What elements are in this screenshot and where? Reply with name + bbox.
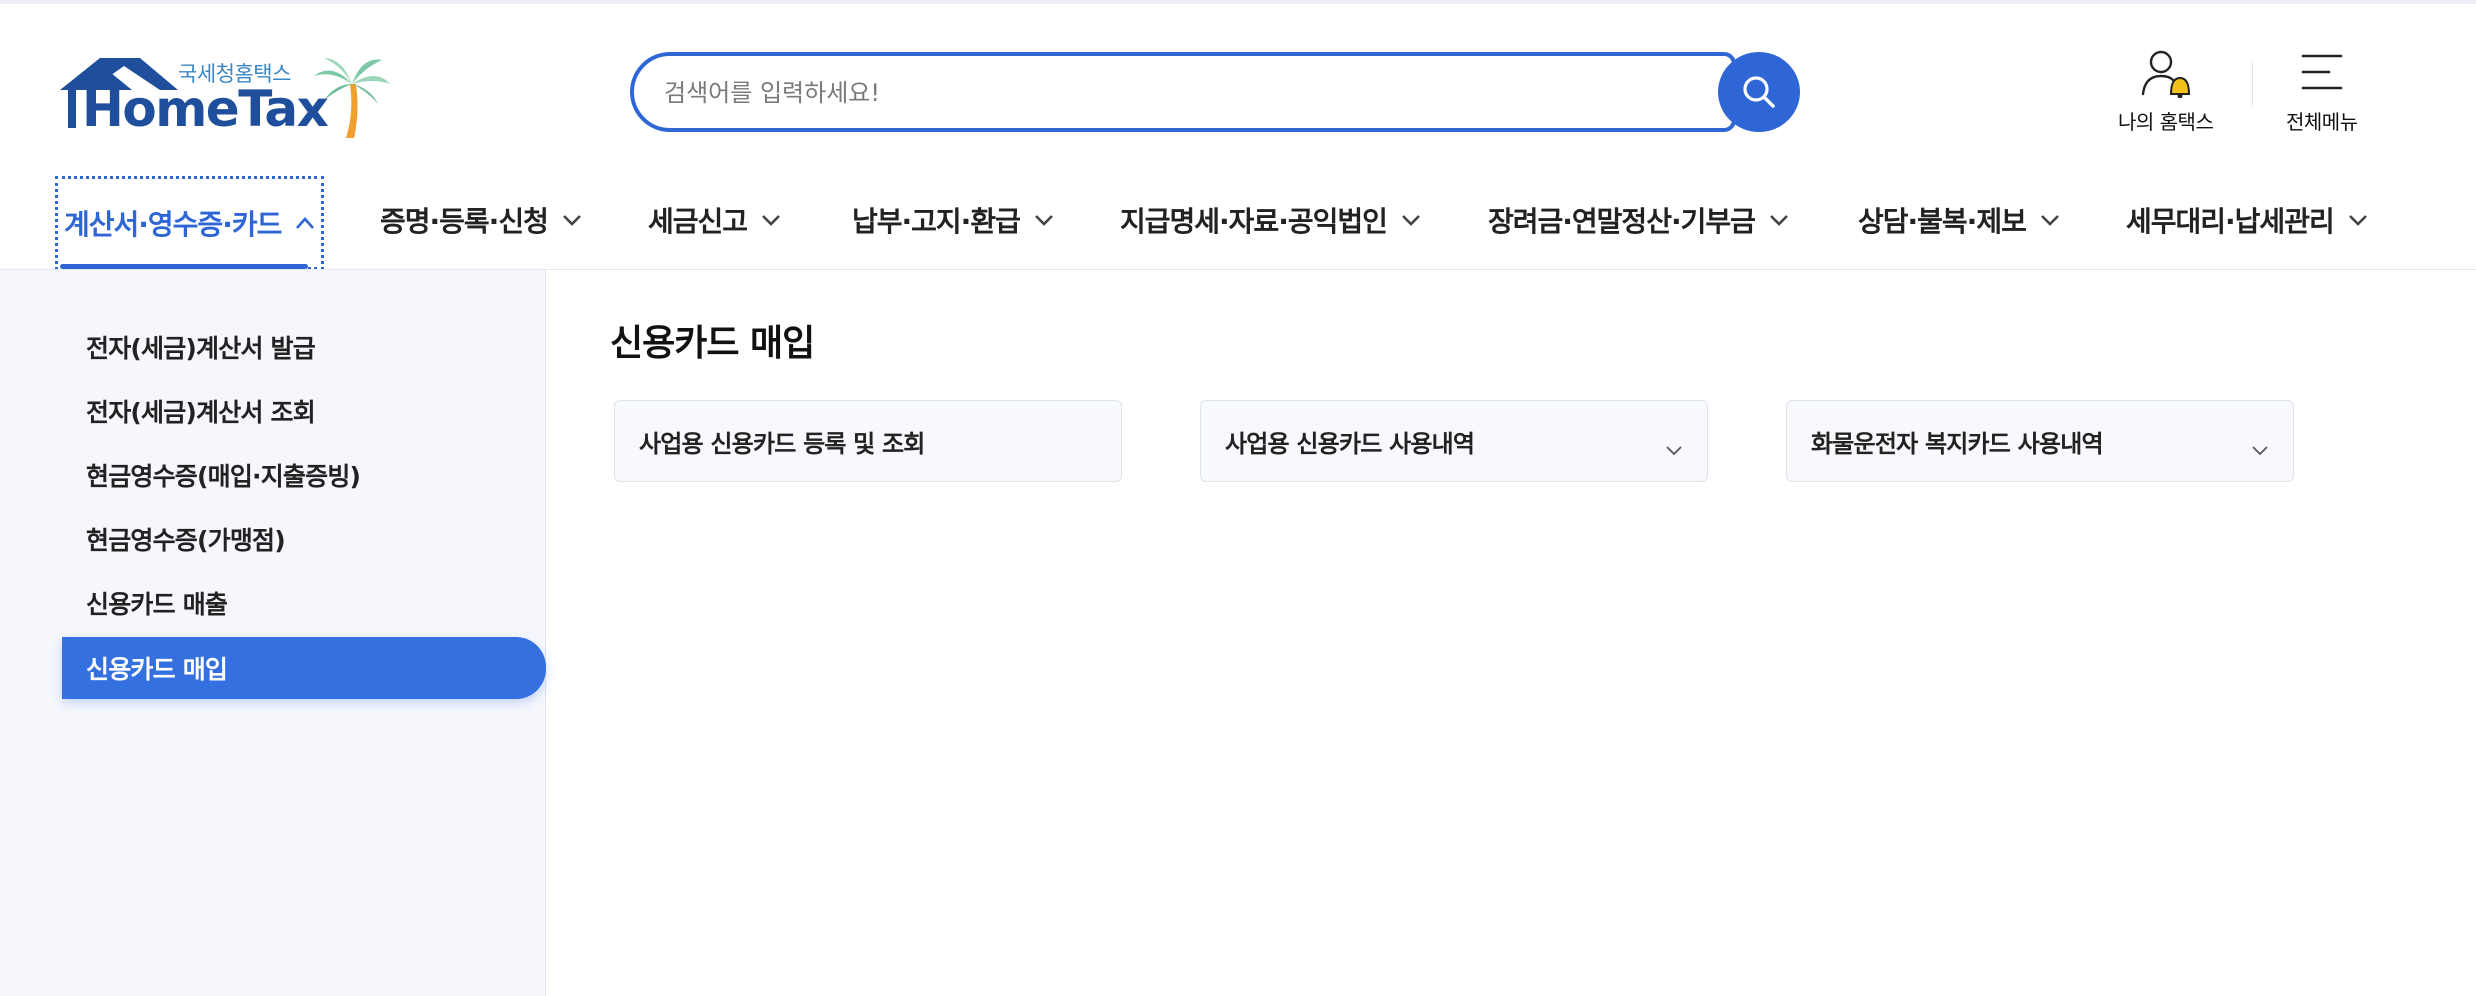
search-box: [630, 52, 1736, 132]
chevron-down-icon: [1769, 213, 1789, 227]
gnb-item-label: 납부·고지·환급: [852, 205, 1021, 238]
chevron-down-icon: [761, 213, 781, 227]
gnb-item-label: 세금신고: [648, 205, 748, 238]
side-item-label: 전자(세금)계산서 조회: [86, 398, 316, 427]
side-item-e-invoice-issue[interactable]: 전자(세금)계산서 발급: [62, 316, 546, 378]
gnb-item-invoice-receipt-card[interactable]: 계산서·영수증·카드: [55, 176, 325, 270]
gnb-item-label: 상담·불복·제보: [1858, 205, 2027, 238]
gnb-item-label: 장려금·연말정산·기부금: [1488, 205, 1756, 238]
search-button[interactable]: [1718, 52, 1800, 132]
gnb-item-tax-return[interactable]: 세금신고: [648, 170, 781, 270]
hamburger-icon: [2301, 54, 2343, 90]
side-item-label: 신용카드 매출: [86, 590, 228, 619]
gnb-item-label: 세무대리·납세관리: [2126, 205, 2335, 238]
utility-divider: [2252, 62, 2253, 106]
side-item-credit-card-purchase[interactable]: 신용카드 매입: [62, 637, 546, 699]
chevron-down-icon: [2251, 435, 2269, 463]
chevron-down-icon: [1034, 213, 1054, 227]
side-item-label: 전자(세금)계산서 발급: [86, 334, 316, 363]
card-label: 화물운전자 복지카드 사용내역: [1811, 429, 2104, 458]
card-cargo-welfare-card-usage[interactable]: 화물운전자 복지카드 사용내역: [1786, 400, 2294, 482]
gnb-item-certificate-registration[interactable]: 증명·등록·신청: [380, 170, 582, 270]
page-title: 신용카드 매입: [610, 323, 815, 364]
card-label: 사업용 신용카드 사용내역: [1225, 429, 1475, 458]
gnb-item-incentive-yearend[interactable]: 장려금·연말정산·기부금: [1488, 170, 1789, 270]
side-item-e-invoice-inquiry[interactable]: 전자(세금)계산서 조회: [62, 380, 546, 442]
gnb-item-consult-appeal[interactable]: 상담·불복·제보: [1858, 170, 2060, 270]
card-business-card-usage[interactable]: 사업용 신용카드 사용내역: [1200, 400, 1708, 482]
search-icon: [1743, 76, 1775, 108]
gnb-item-label: 계산서·영수증·카드: [64, 208, 282, 241]
gnb-item-payment-statement[interactable]: 지급명세·자료·공익법인: [1120, 170, 1421, 270]
search-bar: [630, 52, 1800, 132]
side-item-label: 현금영수증(매입·지출증빙): [86, 462, 361, 491]
side-item-label: 현금영수증(가맹점): [86, 526, 286, 555]
chevron-down-icon: [562, 213, 582, 227]
chevron-down-icon: [2348, 213, 2368, 227]
all-menu-button[interactable]: 전체메뉴: [2286, 48, 2358, 135]
gnb-item-payment-refund[interactable]: 납부·고지·환급: [852, 170, 1054, 270]
my-hometax-label: 나의 홈택스: [2118, 110, 2214, 134]
my-hometax-button[interactable]: 나의 홈택스: [2118, 48, 2214, 135]
top-border: [0, 0, 2476, 4]
search-input[interactable]: [664, 74, 1704, 112]
all-menu-label: 전체메뉴: [2286, 110, 2358, 134]
side-menu: 전자(세금)계산서 발급 전자(세금)계산서 조회 현금영수증(매입·지출증빙)…: [0, 270, 546, 996]
hometax-logo[interactable]: 국세청홈택스 HomeTax: [60, 50, 390, 145]
side-item-credit-card-sales[interactable]: 신용카드 매출: [62, 572, 546, 634]
chevron-up-icon: [295, 216, 315, 230]
global-nav: 계산서·영수증·카드 증명·등록·신청 세금신고 납부·고지·환급 지급명세·자…: [0, 170, 2476, 270]
user-bell-icon: [2141, 50, 2190, 98]
side-item-cash-receipt-merchant[interactable]: 현금영수증(가맹점): [62, 508, 546, 570]
gnb-item-label: 증명·등록·신청: [380, 205, 549, 238]
chevron-down-icon: [2040, 213, 2060, 227]
card-label: 사업용 신용카드 등록 및 조회: [639, 429, 925, 458]
logo-title: HomeTax: [82, 80, 329, 138]
palm-tree-icon: [314, 58, 390, 138]
chevron-down-icon: [1665, 435, 1683, 463]
gnb-item-tax-agent[interactable]: 세무대리·납세관리: [2126, 170, 2368, 270]
side-item-cash-receipt-purchase[interactable]: 현금영수증(매입·지출증빙): [62, 444, 546, 506]
gnb-item-label: 지급명세·자료·공익법인: [1120, 205, 1388, 238]
card-business-card-registration[interactable]: 사업용 신용카드 등록 및 조회: [614, 400, 1122, 482]
side-item-label: 신용카드 매입: [86, 655, 228, 684]
chevron-down-icon: [1401, 213, 1421, 227]
